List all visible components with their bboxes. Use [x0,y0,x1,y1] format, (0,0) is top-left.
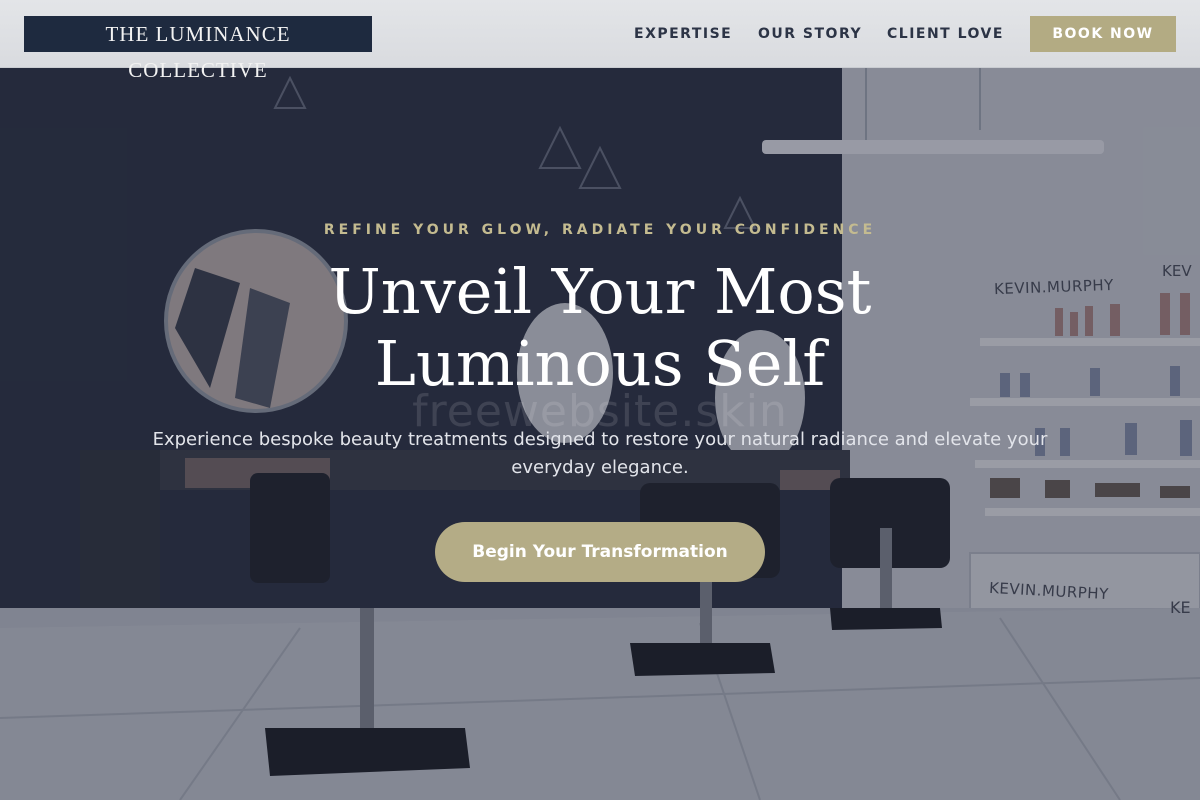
book-now-button[interactable]: BOOK NOW [1030,16,1176,52]
hero-section: KEVIN.MURPHY KEVIN.MURPHY KEV KE freeweb… [0,68,1200,800]
nav-link-our-story[interactable]: OUR STORY [758,24,862,44]
begin-transformation-button[interactable]: Begin Your Transformation [435,522,765,582]
site-header: THE LUMINANCE COLLECTIVE EXPERTISE OUR S… [0,0,1200,82]
hero-headline-line2: Luminous Self [374,327,826,400]
hero-subtext: Experience bespoke beauty treatments des… [152,429,1048,478]
hero-tagline: REFINE YOUR GLOW, RADIATE YOUR CONFIDENC… [323,222,877,238]
hero-headline-line1: Unveil Your Most [328,255,872,328]
nav-link-client-love[interactable]: CLIENT LOVE [887,24,1004,44]
hero-headline: Unveil Your Most Luminous Self [0,256,1200,400]
nav-link-expertise[interactable]: EXPERTISE [634,24,732,44]
brand-logo[interactable]: THE LUMINANCE COLLECTIVE [24,16,372,82]
